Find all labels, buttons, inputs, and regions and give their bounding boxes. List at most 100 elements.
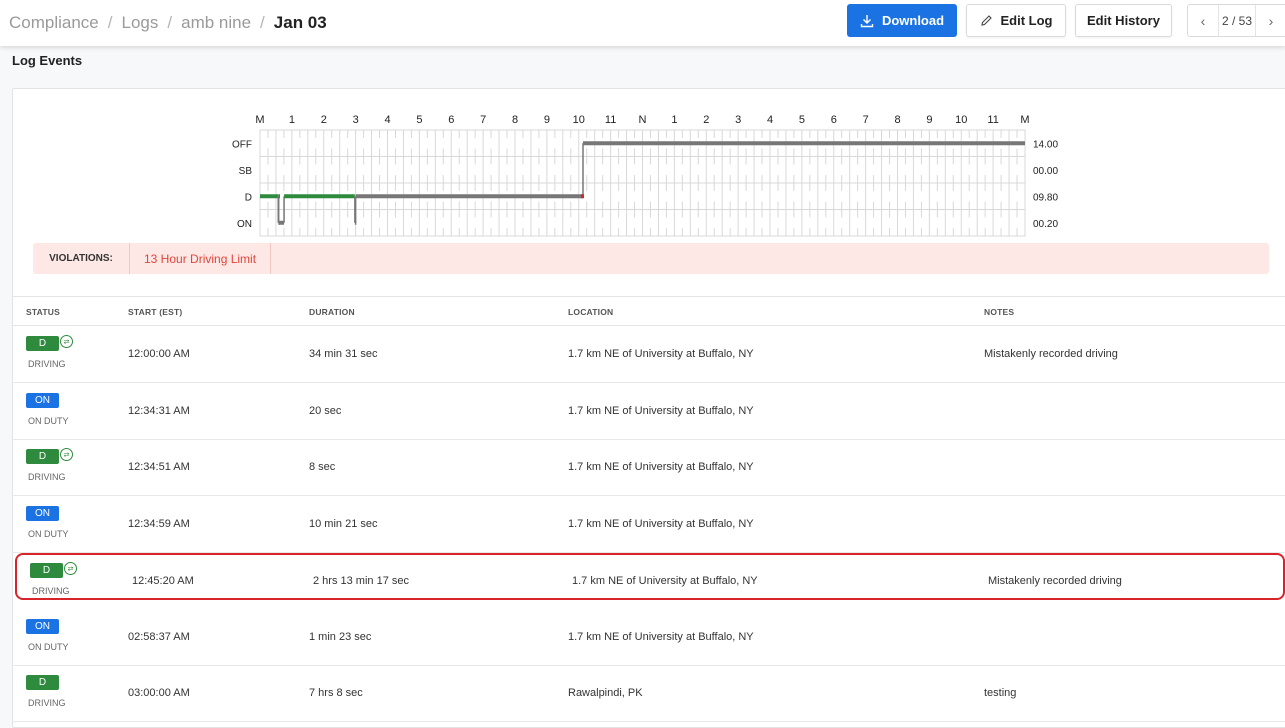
hour-tick-label: 5 bbox=[416, 114, 422, 126]
chevron-left-icon[interactable]: ‹ bbox=[1188, 13, 1218, 29]
location: Rawalpindi, PK bbox=[568, 687, 643, 699]
start-time: 12:34:31 AM bbox=[128, 404, 190, 417]
hour-tick-label: 11 bbox=[605, 114, 616, 126]
hour-tick-label: N bbox=[639, 114, 647, 126]
duration: 8 sec bbox=[309, 461, 336, 473]
top-bar: Compliance / Logs / amb nine / Jan 03 Do… bbox=[0, 0, 1285, 46]
download-icon bbox=[860, 14, 874, 27]
violation-marker bbox=[580, 194, 584, 199]
hour-tick-label: M bbox=[1020, 114, 1029, 126]
breadcrumb-separator: / bbox=[107, 13, 113, 32]
edit-history-button[interactable]: Edit History bbox=[1075, 4, 1172, 37]
duration: 20 sec bbox=[309, 404, 342, 417]
hour-tick-label: 9 bbox=[926, 114, 932, 126]
header-location: LOCATION bbox=[568, 307, 614, 317]
edit-history-label: Edit History bbox=[1087, 13, 1160, 28]
location: 1.7 km NE of University at Buffalo, NY bbox=[572, 575, 758, 587]
notes: Mistakenly recorded driving bbox=[984, 348, 1118, 360]
log-pager: ‹ 2 / 53 › bbox=[1187, 4, 1285, 37]
duration: 2 hrs 13 min 17 sec bbox=[313, 575, 409, 587]
duration: 10 min 21 sec bbox=[309, 517, 378, 530]
start-time: 02:58:37 AM bbox=[128, 630, 190, 643]
breadcrumb-logs[interactable]: Logs bbox=[122, 13, 159, 33]
chevron-right-icon[interactable]: › bbox=[1256, 13, 1285, 29]
pager-count: 2 / 53 bbox=[1218, 5, 1256, 36]
header-status: STATUS bbox=[26, 307, 60, 317]
hour-tick-label: 8 bbox=[512, 114, 518, 126]
hour-tick-label: 4 bbox=[384, 114, 390, 126]
start-time: 12:34:51 AM bbox=[128, 461, 190, 473]
edit-request-icon[interactable]: ⇄ bbox=[60, 335, 73, 348]
edit-log-button[interactable]: Edit Log bbox=[966, 4, 1066, 37]
location: 1.7 km NE of University at Buffalo, NY bbox=[568, 517, 754, 530]
status-label: ON DUTY bbox=[28, 415, 69, 426]
table-row[interactable]: D ⇄ DRIVING 12:45:20 AM 2 hrs 13 min 17 sec 1… bbox=[15, 553, 1285, 600]
location: 1.7 km NE of University at Buffalo, NY bbox=[568, 630, 754, 643]
pencil-icon bbox=[980, 15, 992, 26]
location: 1.7 km NE of University at Buffalo, NY bbox=[568, 461, 754, 473]
violation-item[interactable]: 13 Hour Driving Limit bbox=[130, 243, 272, 274]
hour-tick-label: 2 bbox=[321, 114, 327, 126]
status-row-total: 00.00 bbox=[1033, 166, 1058, 177]
edit-request-icon[interactable]: ⇄ bbox=[64, 562, 77, 575]
header-start: START (EST) bbox=[128, 307, 183, 317]
download-button[interactable]: Download bbox=[847, 4, 957, 37]
table-row[interactable]: D ⇄ DRIVING 12:00:00 AM 34 min 31 sec 1.7 km … bbox=[13, 326, 1285, 383]
status-row-label: D bbox=[245, 192, 252, 203]
status-label: ON DUTY bbox=[28, 641, 69, 652]
status-badge: ON bbox=[26, 505, 59, 521]
status-badge: D bbox=[26, 336, 59, 351]
hour-tick-label: 8 bbox=[894, 114, 900, 126]
status-row-total: 14.00 bbox=[1033, 139, 1058, 150]
start-time: 12:00:00 AM bbox=[128, 348, 190, 360]
section-title: Log Events bbox=[12, 53, 83, 68]
status-badge: D bbox=[30, 563, 63, 578]
hour-tick-label: 5 bbox=[799, 114, 805, 126]
hour-tick-label: 1 bbox=[671, 114, 677, 126]
status-badge: ON bbox=[26, 392, 59, 408]
start-time: 12:45:20 AM bbox=[132, 575, 194, 587]
hour-tick-label: 3 bbox=[353, 114, 359, 126]
status-label: DRIVING bbox=[32, 586, 70, 596]
status-row-total: 00.20 bbox=[1033, 219, 1058, 230]
notes: testing bbox=[984, 687, 1017, 699]
status-label: DRIVING bbox=[28, 472, 66, 482]
violations-label: VIOLATIONS: bbox=[33, 243, 130, 274]
edit-request-icon[interactable]: ⇄ bbox=[60, 448, 73, 461]
hour-tick-label: 6 bbox=[831, 114, 837, 126]
table-row[interactable]: D DRIVING 03:00:00 AM 7 hrs 8 sec Rawalpindi… bbox=[13, 665, 1285, 722]
notes: Mistakenly recorded driving bbox=[988, 575, 1122, 587]
table-header: STATUS START (EST) DURATION LOCATION NOT… bbox=[13, 296, 1285, 326]
breadcrumb-separator: / bbox=[260, 13, 265, 32]
start-time: 12:34:59 AM bbox=[128, 517, 190, 530]
status-label: ON DUTY bbox=[28, 528, 69, 539]
status-row-label: ON bbox=[237, 219, 252, 230]
hour-tick-label: 6 bbox=[448, 114, 454, 126]
download-label: Download bbox=[881, 13, 945, 28]
hour-tick-label: 1 bbox=[289, 114, 295, 126]
location: 1.7 km NE of University at Buffalo, NY bbox=[568, 404, 754, 417]
table-row[interactable]: ON ON DUTY 12:34:59 AM 10 min 21 sec 1.7 km … bbox=[13, 496, 1285, 553]
table-row[interactable]: ON ON DUTY 12:34:31 AM 20 sec 1.7 km NE of U… bbox=[13, 383, 1285, 440]
hour-tick-label: 7 bbox=[480, 114, 486, 126]
header-duration: DURATION bbox=[309, 307, 355, 317]
hour-tick-label: 3 bbox=[735, 114, 741, 126]
table-row[interactable]: ON ON DUTY 02:58:37 AM 1 min 23 sec 1.7 km N… bbox=[13, 609, 1285, 666]
status-label: DRIVING bbox=[28, 359, 66, 369]
duration: 7 hrs 8 sec bbox=[309, 687, 363, 699]
status-badge: ON bbox=[26, 618, 59, 634]
start-time: 03:00:00 AM bbox=[128, 687, 190, 699]
hour-tick-label: 2 bbox=[703, 114, 709, 126]
violations-bar: VIOLATIONS: 13 Hour Driving Limit bbox=[33, 243, 1269, 274]
hour-tick-label: 9 bbox=[544, 114, 550, 126]
breadcrumb-separator: / bbox=[167, 13, 173, 32]
breadcrumb-compliance[interactable]: Compliance bbox=[9, 13, 99, 33]
breadcrumb-driver[interactable]: amb nine bbox=[181, 13, 251, 33]
status-row-label: SB bbox=[239, 166, 253, 177]
header-notes: NOTES bbox=[984, 307, 1015, 317]
hour-tick-label: 11 bbox=[987, 114, 998, 126]
hour-tick-label: 4 bbox=[767, 114, 773, 126]
table-row[interactable]: D ⇄ DRIVING 12:34:51 AM 8 sec 1.7 km NE of Un… bbox=[13, 439, 1285, 496]
breadcrumb: Compliance / Logs / amb nine / Jan 03 bbox=[9, 0, 327, 46]
location: 1.7 km NE of University at Buffalo, NY bbox=[568, 348, 754, 360]
